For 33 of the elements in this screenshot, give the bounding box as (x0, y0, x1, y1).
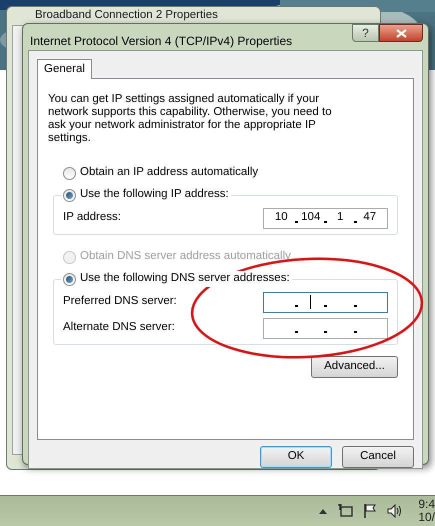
field-label: Alternate DNS server: (63, 320, 175, 336)
flag-icon[interactable] (363, 504, 377, 518)
speaker-icon[interactable] (387, 504, 403, 518)
radio-button[interactable] (63, 166, 76, 180)
clock[interactable]: 9:4 10/ (413, 498, 435, 524)
radio-label: Use the following IP address: (80, 187, 229, 202)
network-icon[interactable] (337, 504, 353, 518)
radio-button[interactable] (63, 188, 76, 202)
text-caret (310, 295, 312, 309)
radio-label: Obtain an IP address automatically (80, 165, 258, 180)
octet-value: 10 (274, 210, 288, 226)
window-title: Broadband Connection 2 Properties (35, 8, 218, 22)
octet-value: 104 (301, 210, 320, 226)
ip-address-field[interactable]: 10 104 1 47 (263, 208, 388, 228)
ip-address-field[interactable] (263, 318, 388, 338)
radio-label: Obtain DNS server address automatically (80, 249, 291, 264)
octet-value: 47 (363, 210, 376, 226)
radio-button[interactable] (63, 272, 76, 286)
show-hidden-icons-icon[interactable] (319, 508, 327, 514)
ok-button[interactable]: OK (260, 446, 332, 468)
advanced-button[interactable]: Advanced... (311, 356, 398, 378)
close-icon (396, 28, 406, 38)
close-button[interactable] (379, 24, 423, 42)
ip-address-field[interactable] (263, 292, 388, 312)
octet-value: 1 (337, 210, 344, 226)
description-text: You can get IP settings assigned automatically if your network supports this capability. Otherwise, you need to ask your network administrator for the appropriate IP settings. (48, 93, 333, 145)
radio-label: Use the following DNS server addresses: (80, 271, 290, 286)
tab[interactable]: General (37, 59, 92, 79)
field-label: Preferred DNS server: (63, 294, 177, 310)
window-title: Internet Protocol Version 4 (TCP/IPv4) Properties (30, 33, 292, 50)
help-button[interactable]: ? (352, 24, 379, 42)
cancel-button[interactable]: Cancel (342, 446, 414, 468)
field-label: IP address: (63, 210, 121, 226)
